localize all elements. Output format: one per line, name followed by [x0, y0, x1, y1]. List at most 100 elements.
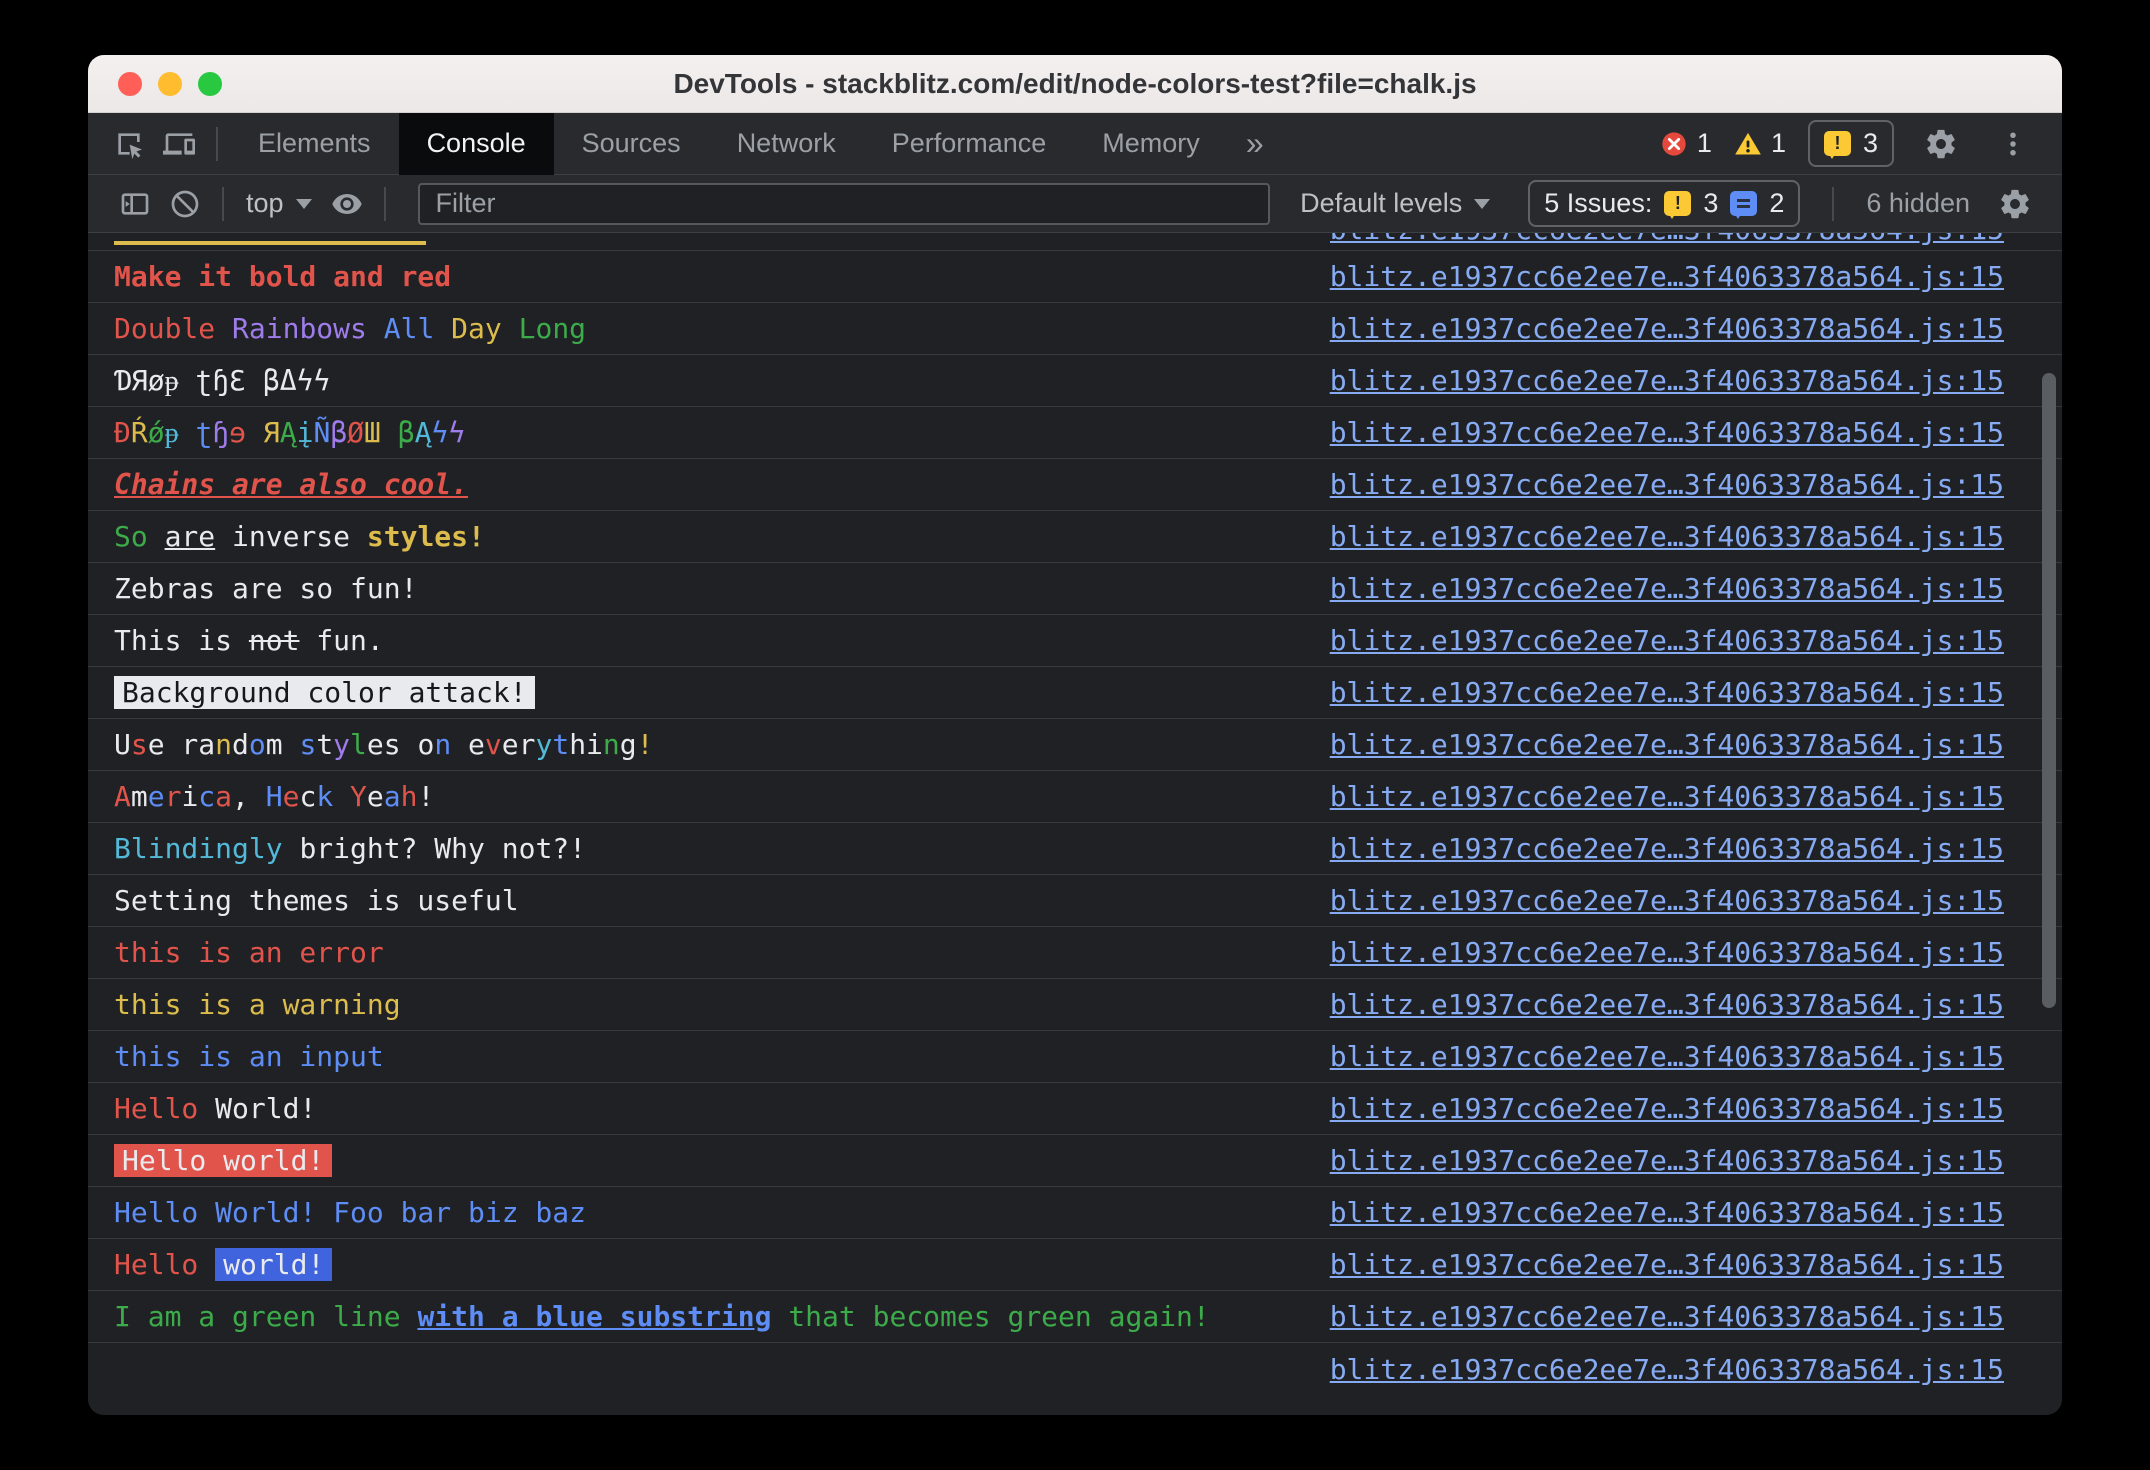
source-link[interactable]: blitz.e1937cc6e2ee7e…3f4063378a564.js:15 — [1330, 572, 2062, 605]
console-row: Hello World! blitz.e1937cc6e2ee7e…3f40633… — [88, 1083, 2062, 1135]
console-row: Setting themes is useful blitz.e1937cc6e2… — [88, 875, 2062, 927]
console-row: Background color attack! blitz.e1937cc6e2… — [88, 667, 2062, 719]
traffic-lights — [88, 71, 222, 96]
source-link[interactable]: blitz.e1937cc6e2ee7e…3f4063378a564.js:15 — [1330, 728, 2062, 761]
console-row: This is not fun. blitz.e1937cc6e2ee7e…3f4… — [88, 615, 2062, 667]
vertical-scrollbar-thumb[interactable] — [2042, 373, 2056, 1008]
live-expression-button[interactable] — [322, 179, 372, 229]
console-message: this is a warning — [114, 988, 401, 1021]
log-levels-dropdown[interactable]: Default levels — [1290, 188, 1500, 219]
source-link[interactable]: blitz.e1937cc6e2ee7e…3f4063378a564.js:15 — [1330, 884, 2062, 917]
log-levels-label: Default levels — [1300, 188, 1463, 218]
tab-performance[interactable]: Performance — [864, 113, 1075, 175]
console-message: America, Heck Yeah! — [114, 780, 435, 813]
javascript-context-dropdown[interactable]: top — [236, 188, 322, 219]
console-row: Zebras are so fun! blitz.e1937cc6e2ee7e…3… — [88, 563, 2062, 615]
console-message: this is an error — [114, 936, 384, 969]
source-link[interactable]: blitz.e1937cc6e2ee7e…3f4063378a564.js:15 — [1330, 260, 2062, 293]
source-link[interactable]: blitz.e1937cc6e2ee7e…3f4063378a564.js:15 — [1330, 676, 2062, 709]
console-message: ƉŔǿᵽ ʈɧɘ ЯĄįÑβØШ βĄϟϟ — [114, 415, 466, 449]
source-link[interactable]: blitz.e1937cc6e2ee7e…3f4063378a564.js:15 — [1330, 364, 2062, 397]
console-settings-button[interactable] — [1990, 179, 2040, 229]
source-link[interactable]: blitz.e1937cc6e2ee7e…3f4063378a564.js:15 — [1330, 520, 2062, 553]
console-row: Use random styles on everything! blitz.e1… — [88, 719, 2062, 771]
clear-console-icon — [171, 190, 199, 217]
console-row: Hello World! Foo bar biz baz blitz.e1937c… — [88, 1187, 2062, 1239]
source-link[interactable]: blitz.e1937cc6e2ee7e…3f4063378a564.js:15 — [1330, 1144, 2062, 1177]
device-toolbar-icon — [163, 132, 195, 155]
source-link[interactable]: blitz.e1937cc6e2ee7e…3f4063378a564.js:15 — [1330, 416, 2062, 449]
source-link[interactable]: blitz.e1937cc6e2ee7e…3f4063378a564.js:15 — [1330, 832, 2062, 865]
console-row: I am a green line with a blue substring … — [88, 1291, 2062, 1343]
toolbar-divider — [216, 126, 218, 161]
console-row: Blindingly bright? Why not?! blitz.e1937c… — [88, 823, 2062, 875]
console-message: Hello world! — [114, 1144, 1330, 1177]
zoom-button[interactable] — [198, 71, 222, 96]
issues-badge[interactable]: 3 — [1807, 120, 1894, 167]
clear-console-button[interactable] — [160, 179, 210, 229]
error-count-badge[interactable]: 1 — [1660, 128, 1712, 159]
hidden-messages-label[interactable]: 6 hidden — [1866, 188, 1970, 219]
console-message: Hello World! Foo bar biz baz — [114, 1196, 587, 1229]
console-message: Make it bold and red — [114, 260, 452, 293]
tab-console[interactable]: Console — [398, 112, 554, 175]
tab-sources[interactable]: Sources — [554, 113, 709, 175]
tab-elements[interactable]: Elements — [230, 113, 399, 175]
issues-count: 3 — [1862, 128, 1878, 158]
console-row: Make it bold and red blitz.e1937cc6e2ee7e… — [88, 251, 2062, 303]
source-link[interactable]: blitz.e1937cc6e2ee7e…3f4063378a564.js:15 — [1330, 1196, 2062, 1229]
kebab-menu-icon — [2010, 132, 2016, 155]
console-row: Double Rainbows All Day Long blitz.e1937c… — [88, 303, 2062, 355]
minimize-button[interactable] — [158, 71, 182, 96]
warning-icon — [1735, 132, 1761, 154]
warning-count-badge[interactable]: 1 — [1734, 128, 1786, 159]
chevron-down-icon — [1474, 198, 1491, 209]
tab-memory[interactable]: Memory — [1074, 113, 1228, 175]
console-row: this is an error blitz.e1937cc6e2ee7e…3f4… — [88, 927, 2062, 979]
console-filter-input[interactable] — [417, 182, 1271, 225]
console-row: ƉŔǿᵽ ʈɧɘ ЯĄįÑβØШ βĄϟϟ blitz.e1937cc6e2ee7… — [88, 407, 2062, 459]
console-sidebar-button[interactable] — [110, 179, 160, 229]
close-button[interactable] — [118, 71, 142, 96]
console-message: Hello World! — [114, 1092, 317, 1125]
console-message: Background color attack! — [114, 676, 1330, 709]
devtools-tabbar: Elements Console Sources Network Perform… — [88, 112, 2062, 175]
source-link[interactable]: blitz.e1937cc6e2ee7e…3f4063378a564.js:15 — [1330, 1300, 2062, 1333]
gear-icon — [1927, 129, 1955, 158]
console-message: Setting themes is useful — [114, 884, 519, 917]
console-toolbar: top Default levels 5 Issues: 3 2 6 hidde… — [88, 175, 2062, 233]
source-link[interactable]: blitz.e1937cc6e2ee7e…3f4063378a564.js:15 — [1330, 624, 2062, 657]
inspect-icon — [118, 132, 142, 159]
context-label: top — [246, 188, 284, 218]
settings-button[interactable] — [1916, 119, 1966, 169]
console-message: So are inverse styles! — [114, 520, 485, 553]
source-link[interactable]: blitz.e1937cc6e2ee7e…3f4063378a564.js:15 — [1330, 1248, 2062, 1281]
source-link[interactable]: blitz.e1937cc6e2ee7e…3f4063378a564.js:15 — [1330, 780, 2062, 813]
console-message: Chains are also cool. — [114, 468, 469, 501]
source-link[interactable]: blitz.e1937cc6e2ee7e…3f4063378a564.js:15 — [1330, 936, 2062, 969]
console-message: Hello world! — [114, 1248, 1330, 1281]
device-toolbar-button[interactable] — [154, 119, 204, 169]
tab-network[interactable]: Network — [709, 113, 864, 175]
console-rows: Make it bold and red blitz.e1937cc6e2ee7e… — [88, 251, 2062, 1395]
source-link[interactable]: blitz.e1937cc6e2ee7e…3f4063378a564.js:15 — [1330, 1092, 2062, 1125]
console-sidebar-icon — [121, 192, 149, 215]
window-title: DevTools - stackblitz.com/edit/node-colo… — [673, 67, 1477, 99]
source-link[interactable]: blitz.e1937cc6e2ee7e…3f4063378a564.js:15 — [1330, 233, 2004, 248]
issues-bubble-icon — [1664, 191, 1692, 219]
source-link[interactable]: blitz.e1937cc6e2ee7e…3f4063378a564.js:15 — [1330, 988, 2062, 1021]
issues-yellow-count: 3 — [1703, 188, 1719, 218]
source-link[interactable]: blitz.e1937cc6e2ee7e…3f4063378a564.js:15 — [1330, 468, 2062, 501]
more-tabs-button[interactable]: » — [1228, 113, 1282, 175]
inspect-element-button[interactable] — [104, 119, 154, 169]
source-link[interactable]: blitz.e1937cc6e2ee7e…3f4063378a564.js:15 — [1330, 1040, 2062, 1073]
more-options-button[interactable] — [1988, 119, 2038, 169]
warning-count: 1 — [1770, 128, 1786, 158]
console-row: So are inverse styles! blitz.e1937cc6e2ee… — [88, 511, 2062, 563]
console-row: Hello world! blitz.e1937cc6e2ee7e…3f40633… — [88, 1239, 2062, 1291]
source-link[interactable]: blitz.e1937cc6e2ee7e…3f4063378a564.js:15 — [1330, 1353, 2062, 1386]
toolbar-divider — [383, 186, 386, 221]
console-message: Double Rainbows All Day Long — [114, 312, 587, 345]
source-link[interactable]: blitz.e1937cc6e2ee7e…3f4063378a564.js:15 — [1330, 312, 2062, 345]
issues-summary[interactable]: 5 Issues: 3 2 — [1528, 180, 1801, 227]
